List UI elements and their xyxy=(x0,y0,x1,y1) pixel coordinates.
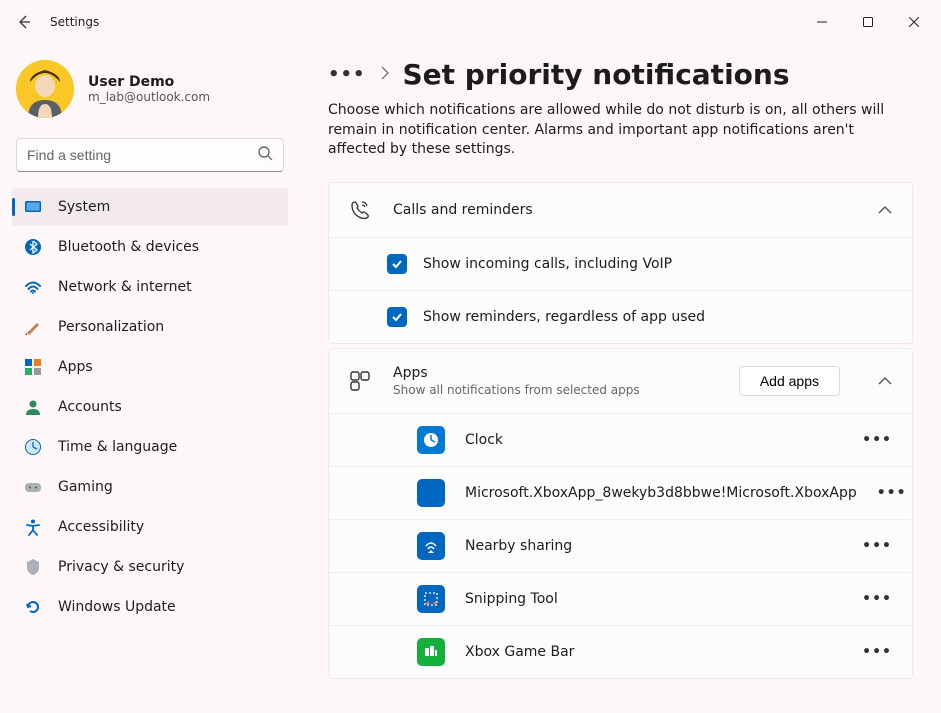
profile-name: User Demo xyxy=(88,74,210,90)
nearby-sharing-icon xyxy=(417,532,445,560)
sidebar-item-label: Gaming xyxy=(58,479,113,495)
sidebar-item-gaming[interactable]: Gaming xyxy=(12,468,288,506)
app-label: Nearby sharing xyxy=(465,538,842,554)
app-row-xboxapp[interactable]: Microsoft.XboxApp_8wekyb3d8bbwe!Microsof… xyxy=(329,466,912,519)
app-label: Clock xyxy=(465,432,842,448)
search-box[interactable] xyxy=(16,138,284,172)
breadcrumb: ••• Set priority notifications xyxy=(328,58,913,91)
sidebar-item-label: Accessibility xyxy=(58,519,144,535)
show-reminders-setting[interactable]: Show reminders, regardless of app used xyxy=(329,290,912,343)
close-button[interactable] xyxy=(891,6,937,38)
sidebar-item-personalization[interactable]: Personalization xyxy=(12,308,288,346)
apps-section-title: Apps xyxy=(393,365,717,381)
calls-and-reminders-section: Calls and reminders Show incoming calls,… xyxy=(328,182,913,344)
search-input[interactable] xyxy=(27,147,258,163)
app-row-xbox-game-bar[interactable]: Xbox Game Bar ••• xyxy=(329,625,912,678)
more-options-icon[interactable]: ••• xyxy=(877,485,907,501)
update-icon xyxy=(24,598,42,616)
sidebar-item-system[interactable]: System xyxy=(12,188,288,226)
sidebar-item-label: Network & internet xyxy=(58,279,192,295)
profile-email: m_lab@outlook.com xyxy=(88,90,210,104)
page-title: Set priority notifications xyxy=(403,58,790,91)
chevron-right-icon xyxy=(380,66,389,84)
time-icon xyxy=(24,438,42,456)
search-icon xyxy=(258,146,273,165)
checkbox-checked-icon[interactable] xyxy=(387,307,407,327)
system-icon xyxy=(24,198,42,216)
app-row-snipping-tool[interactable]: Snipping Tool ••• xyxy=(329,572,912,625)
privacy-icon xyxy=(24,558,42,576)
apps-icon xyxy=(24,358,42,376)
sidebar-item-label: Windows Update xyxy=(58,599,176,615)
show-incoming-calls-setting[interactable]: Show incoming calls, including VoIP xyxy=(329,237,912,290)
profile[interactable]: User Demo m_lab@outlook.com xyxy=(10,54,290,134)
page-description: Choose which notifications are allowed w… xyxy=(328,101,908,160)
xboxapp-icon xyxy=(417,479,445,507)
apps-section-header[interactable]: Apps Show all notifications from selecte… xyxy=(329,349,912,413)
app-label: Xbox Game Bar xyxy=(465,644,842,660)
bluetooth-icon xyxy=(24,238,42,256)
sidebar-item-label: Personalization xyxy=(58,319,164,335)
clock-app-icon xyxy=(417,426,445,454)
sidebar-item-update[interactable]: Windows Update xyxy=(12,588,288,626)
app-row-clock[interactable]: Clock ••• xyxy=(329,413,912,466)
apps-section-subtitle: Show all notifications from selected app… xyxy=(393,383,717,397)
sidebar-item-bluetooth[interactable]: Bluetooth & devices xyxy=(12,228,288,266)
minimize-button[interactable] xyxy=(799,6,845,38)
more-options-icon[interactable]: ••• xyxy=(862,432,892,448)
sidebar-item-privacy[interactable]: Privacy & security xyxy=(12,548,288,586)
sidebar-item-label: Accounts xyxy=(58,399,122,415)
more-options-icon[interactable]: ••• xyxy=(862,591,892,607)
breadcrumb-overflow[interactable]: ••• xyxy=(328,64,366,85)
sidebar-item-network[interactable]: Network & internet xyxy=(12,268,288,306)
calls-section-header[interactable]: Calls and reminders xyxy=(329,183,912,237)
phone-icon xyxy=(349,199,371,221)
app-row-nearby-sharing[interactable]: Nearby sharing ••• xyxy=(329,519,912,572)
more-options-icon[interactable]: ••• xyxy=(862,538,892,554)
sidebar-item-accessibility[interactable]: Accessibility xyxy=(12,508,288,546)
sidebar-item-label: Time & language xyxy=(58,439,177,455)
titlebar: Settings xyxy=(0,0,941,44)
checkbox-checked-icon[interactable] xyxy=(387,254,407,274)
sidebar-item-label: Bluetooth & devices xyxy=(58,239,199,255)
app-label: Microsoft.XboxApp_8wekyb3d8bbwe!Microsof… xyxy=(465,485,857,501)
personalization-icon xyxy=(24,318,42,336)
add-apps-button[interactable]: Add apps xyxy=(739,366,840,396)
xbox-game-bar-icon xyxy=(417,638,445,666)
apps-grid-icon xyxy=(349,370,371,392)
sidebar-item-label: Apps xyxy=(58,359,93,375)
gaming-icon xyxy=(24,478,42,496)
apps-section: Apps Show all notifications from selecte… xyxy=(328,348,913,679)
chevron-up-icon xyxy=(878,373,892,389)
setting-label: Show incoming calls, including VoIP xyxy=(423,256,672,272)
sidebar-item-apps[interactable]: Apps xyxy=(12,348,288,386)
sidebar: User Demo m_lab@outlook.com System Bluet… xyxy=(0,44,300,713)
sidebar-item-label: System xyxy=(58,199,110,215)
maximize-button[interactable] xyxy=(845,6,891,38)
more-options-icon[interactable]: ••• xyxy=(862,644,892,660)
wifi-icon xyxy=(24,278,42,296)
accounts-icon xyxy=(24,398,42,416)
sidebar-item-label: Privacy & security xyxy=(58,559,184,575)
window-title: Settings xyxy=(50,15,99,29)
accessibility-icon xyxy=(24,518,42,536)
main: ••• Set priority notifications Choose wh… xyxy=(300,44,941,713)
snipping-tool-icon xyxy=(417,585,445,613)
app-label: Snipping Tool xyxy=(465,591,842,607)
sidebar-item-time[interactable]: Time & language xyxy=(12,428,288,466)
setting-label: Show reminders, regardless of app used xyxy=(423,309,705,325)
sidebar-item-accounts[interactable]: Accounts xyxy=(12,388,288,426)
chevron-up-icon xyxy=(878,202,892,218)
nav: System Bluetooth & devices Network & int… xyxy=(10,188,290,626)
back-button[interactable] xyxy=(4,0,44,44)
calls-section-title: Calls and reminders xyxy=(393,202,856,218)
avatar xyxy=(16,60,74,118)
